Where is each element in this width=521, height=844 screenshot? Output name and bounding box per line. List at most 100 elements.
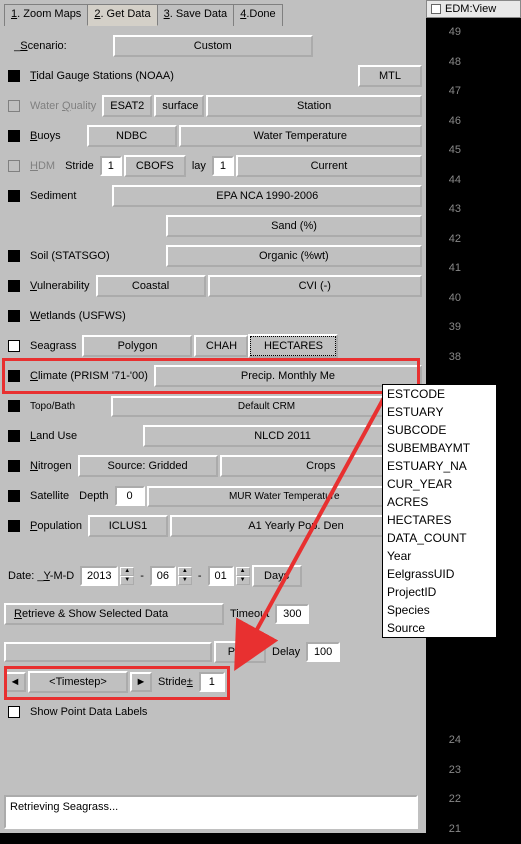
tick-label: 48 [449,48,461,78]
slider-track[interactable] [4,642,212,662]
sediment-epa-button[interactable]: EPA NCA 1990-2006 [112,185,422,207]
tidal-checkbox[interactable] [8,70,20,82]
wetlands-checkbox[interactable] [8,310,20,322]
dropdown-item[interactable]: SUBCODE [383,421,496,439]
vuln-checkbox[interactable] [8,280,20,292]
satellite-depth-input[interactable] [115,486,145,506]
timeout-input[interactable] [275,604,309,624]
water-station-button[interactable]: Station [206,95,422,117]
hdm-cbofs-button[interactable]: CBOFS [124,155,186,177]
month-spinner[interactable]: ▲▼ [178,567,192,585]
climate-checkbox[interactable] [8,370,20,382]
tab-savedata[interactable]: 3. Save Data [157,4,235,26]
showpoint-label: Show Point Data Labels [26,704,151,720]
water-surface-button[interactable]: surface [154,95,204,117]
delay-input[interactable] [306,642,340,662]
wetlands-label: Wetlands (USFWS) [26,308,130,324]
days-button[interactable]: Days [252,565,302,587]
tick-label: 46 [449,107,461,137]
topo-crm-button[interactable]: Default CRM [111,396,422,417]
hdm-current-button[interactable]: Current [236,155,422,177]
showpoint-checkbox[interactable] [8,706,20,718]
tick-label: 49 [449,18,461,48]
dropdown-item[interactable]: ProjectID [383,583,496,601]
tick-label: 45 [449,136,461,166]
tab-done[interactable]: 4.Done [233,4,282,26]
tab-getdata[interactable]: 2. Get Data [87,4,157,26]
vuln-cvi-button[interactable]: CVI (-) [208,275,422,297]
timestep-next-button[interactable]: ► [130,672,152,692]
seagrass-checkbox[interactable] [8,340,20,352]
hdm-label: HDM [26,158,59,174]
soil-checkbox[interactable] [8,250,20,262]
day-spinner[interactable]: ▲▼ [236,567,250,585]
hectares-dropdown[interactable]: ESTCODEESTUARYSUBCODESUBEMBAYMTESTUARY_N… [382,384,497,638]
landuse-checkbox[interactable] [8,430,20,442]
tick-label: 24 [449,726,461,756]
nitrogen-source-button[interactable]: Source: Gridded [78,455,218,477]
main-panel: 1. Zoom Maps 2. Get Data 3. Save Data 4.… [0,0,426,833]
dropdown-item[interactable]: DATA_COUNT [383,529,496,547]
satellite-checkbox[interactable] [8,490,20,502]
landuse-nlcd-button[interactable]: NLCD 2011 [143,425,422,447]
timestep-prev-button[interactable]: ◄ [4,672,26,692]
dropdown-item[interactable]: CUR_YEAR [383,475,496,493]
vuln-label: Vulnerability [26,278,94,294]
population-checkbox[interactable] [8,520,20,532]
population-iclus-button[interactable]: ICLUS1 [88,515,168,537]
tick-label: 39 [449,313,461,343]
satellite-mur-button[interactable]: MUR Water Temperature [147,486,423,507]
dropdown-item[interactable]: ESTCODE [383,385,496,403]
satellite-depth-label: Depth [75,488,112,504]
retrieve-button[interactable]: Retrieve & Show Selected Data [4,603,224,625]
dropdown-item[interactable]: ACRES [383,493,496,511]
nitrogen-checkbox[interactable] [8,460,20,472]
status-bar: Retrieving Seagrass... [4,795,418,829]
dropdown-item[interactable]: ESTUARY_NA [383,457,496,475]
tab-zoom[interactable]: 1. Zoom Maps [4,4,88,26]
date-year-input[interactable] [80,566,118,586]
year-spinner[interactable]: ▲▼ [120,567,134,585]
date-month-input[interactable] [150,566,176,586]
dropdown-item[interactable]: Species [383,601,496,619]
seagrass-chah-button[interactable]: CHAH [194,335,248,357]
scenario-button[interactable]: Custom [113,35,313,57]
landuse-label: Land Use [26,428,81,444]
hdm-stride-input[interactable] [100,156,122,176]
tidal-mtl-button[interactable]: MTL [358,65,422,87]
vuln-coastal-button[interactable]: Coastal [96,275,206,297]
tick-label: 21 [449,815,461,844]
water-esat2-button[interactable]: ESAT2 [102,95,152,117]
dropdown-item[interactable]: ESTUARY [383,403,496,421]
play-button[interactable]: Play! [214,641,266,663]
tick-label: 47 [449,77,461,107]
soil-organic-button[interactable]: Organic (%wt) [166,245,422,267]
buoys-checkbox[interactable] [8,130,20,142]
scenario-label: _Scenario: [4,38,71,54]
delay-label: Delay [268,644,304,660]
date-day-input[interactable] [208,566,234,586]
timestep-stride-input[interactable] [199,672,225,692]
topo-checkbox[interactable] [8,400,20,412]
soil-label: Soil (STATSGO) [26,248,114,264]
buoys-label: Buoys [26,128,65,144]
buoys-ndbc-button[interactable]: NDBC [87,125,177,147]
nitrogen-label: Nitrogen [26,458,76,474]
date-label: Date: _Y-M-D [4,568,78,584]
satellite-label: Satellite [26,488,73,504]
seagrass-polygon-button[interactable]: Polygon [82,335,192,357]
dropdown-item[interactable]: EelgrassUID [383,565,496,583]
hdm-lay-input[interactable] [212,156,234,176]
tick-label [449,667,461,697]
dropdown-item[interactable]: HECTARES [383,511,496,529]
sediment-sand-button[interactable]: Sand (%) [166,215,422,237]
timestep-stride-label: Stride± [154,674,197,690]
sediment-checkbox[interactable] [8,190,20,202]
buoys-temp-button[interactable]: Water Temperature [179,125,422,147]
seagrass-hectares-button[interactable]: HECTARES [250,336,336,356]
dropdown-item[interactable]: Year [383,547,496,565]
tick-label: 42 [449,225,461,255]
dropdown-item[interactable]: SUBEMBAYMT [383,439,496,457]
dropdown-item[interactable]: Source [383,619,496,637]
timestep-button[interactable]: <Timestep> [28,671,128,693]
